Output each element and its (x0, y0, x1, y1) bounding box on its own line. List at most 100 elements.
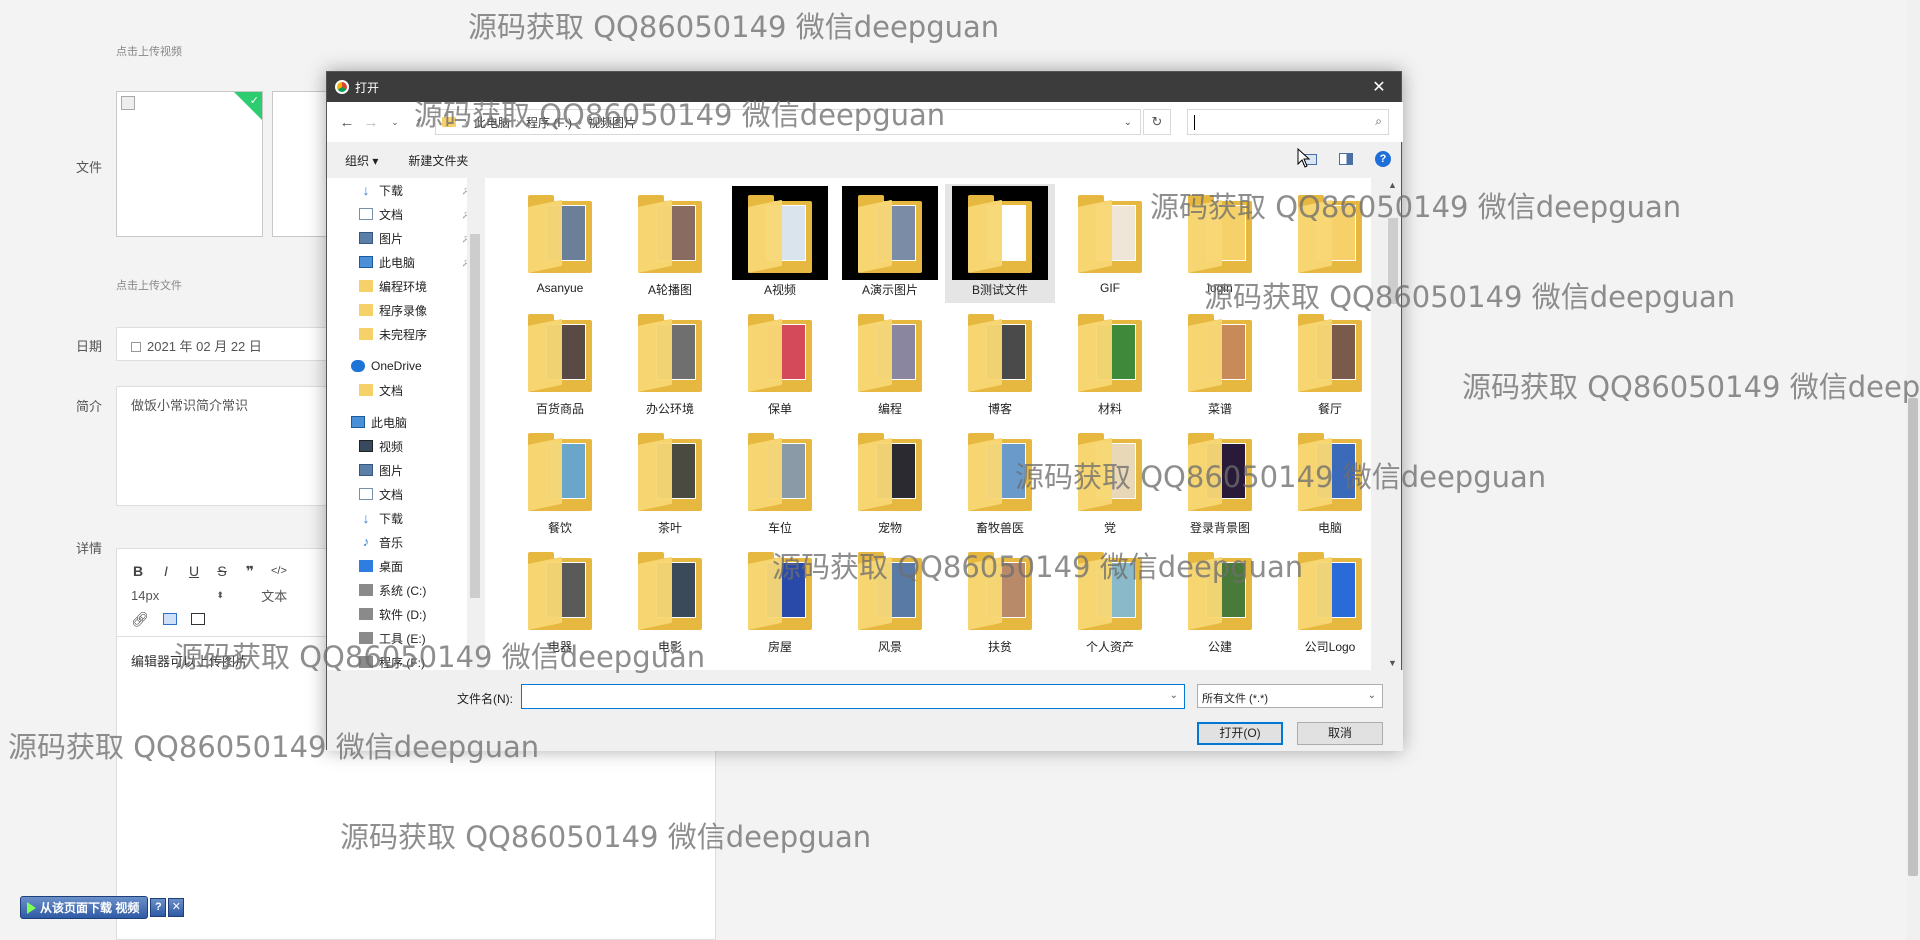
chevron-down-icon[interactable]: ⌄ (1170, 690, 1178, 701)
image-icon[interactable] (162, 613, 177, 625)
intro-textarea[interactable]: 做饭小常识简介常识 (116, 386, 336, 506)
nav-item[interactable]: OneDrive (327, 354, 483, 378)
up-arrow-icon[interactable]: ↑ (407, 114, 431, 131)
folder-item[interactable]: 公建 (1165, 541, 1275, 660)
uploaded-file-thumbnail[interactable]: ✓ (116, 91, 263, 237)
navigation-scrollbar[interactable] (467, 178, 483, 670)
breadcrumb-separator-icon[interactable]: › (516, 115, 520, 129)
italic-icon[interactable]: I (159, 563, 173, 579)
nav-item[interactable]: 桌面 (327, 554, 483, 578)
folder-item[interactable]: 保单 (725, 303, 835, 422)
folder-item[interactable]: GIF (1055, 184, 1165, 303)
nav-item[interactable]: 此电脑📌︎ (327, 250, 483, 274)
nav-item[interactable]: 图片 (327, 458, 483, 482)
folder-item[interactable]: 个人资产 (1055, 541, 1165, 660)
folder-item[interactable]: 党 (1055, 422, 1165, 541)
nav-item[interactable]: 程序录像 (327, 298, 483, 322)
folder-item[interactable]: 百货商品 (505, 303, 615, 422)
nav-item[interactable]: 编程环境 (327, 274, 483, 298)
folder-item[interactable]: A演示图片 (835, 184, 945, 303)
folder-item[interactable] (1275, 184, 1371, 303)
forward-arrow-icon[interactable]: → (359, 114, 383, 131)
font-size-select[interactable]: 14px (131, 588, 159, 603)
scroll-down-icon[interactable]: ▼ (1388, 658, 1397, 668)
folder-item[interactable]: Asanyue (505, 184, 615, 303)
preview-pane-icon[interactable] (1339, 153, 1353, 165)
folder-item[interactable]: 房屋 (725, 541, 835, 660)
open-button[interactable]: 打开(O) (1197, 722, 1283, 745)
folder-item[interactable]: A视频 (725, 184, 835, 303)
nav-item[interactable]: 文档 (327, 482, 483, 506)
nav-item[interactable]: 软件 (D:) (327, 602, 483, 626)
video-icon[interactable] (190, 613, 205, 625)
breadcrumb-folder[interactable]: 视频图片 (588, 114, 636, 131)
nav-item[interactable]: ↓ 下载 (327, 506, 483, 530)
folder-item[interactable]: 电器 (505, 541, 615, 660)
folder-item[interactable]: 宠物 (835, 422, 945, 541)
folder-item[interactable]: 茶叶 (615, 422, 725, 541)
nav-item[interactable]: 系统 (C:) (327, 578, 483, 602)
scroll-up-icon[interactable]: ▲ (1388, 180, 1397, 190)
folder-item[interactable]: 畜牧兽医 (945, 422, 1055, 541)
folder-item[interactable]: 登录背景图 (1165, 422, 1275, 541)
dialog-titlebar[interactable]: 打开 ✕ (327, 72, 1401, 102)
folder-item[interactable]: 电影 (615, 541, 725, 660)
navigation-scrollbar-thumb[interactable] (470, 234, 480, 598)
nav-item[interactable]: 文档 (327, 378, 483, 402)
back-arrow-icon[interactable]: ← (335, 114, 359, 131)
nav-item[interactable]: 此电脑 (327, 410, 483, 434)
folder-item[interactable]: 扶贫 (945, 541, 1055, 660)
file-type-select[interactable]: 所有文件 (*.*) ⌄ (1197, 684, 1383, 708)
breadcrumb-drive[interactable]: 程序 (F:) (526, 114, 572, 131)
nav-item[interactable]: 视频 (327, 434, 483, 458)
folder-item[interactable]: 编程 (835, 303, 945, 422)
search-input[interactable]: ⌕ (1187, 109, 1389, 135)
new-folder-button[interactable]: 新建文件夹 (408, 152, 468, 169)
download-help-button[interactable]: ? (150, 898, 167, 917)
file-list-scrollbar-thumb[interactable] (1388, 218, 1398, 304)
quote-icon[interactable]: ❞ (243, 563, 257, 580)
strikethrough-icon[interactable]: S (215, 563, 229, 579)
cancel-button[interactable]: 取消 (1297, 722, 1383, 745)
nav-item[interactable]: 文档📌︎ (327, 202, 483, 226)
underline-icon[interactable]: U (187, 563, 201, 579)
folder-item[interactable]: 餐饮 (505, 422, 615, 541)
filename-input[interactable]: ⌄ (521, 684, 1185, 709)
breadcrumb-this-pc[interactable]: 此电脑 (474, 114, 510, 131)
file-list-scrollbar[interactable]: ▲ ▼ (1385, 178, 1401, 670)
folder-item[interactable]: login (1165, 184, 1275, 303)
link-icon[interactable]: 🔗︎ (131, 611, 149, 628)
folder-item[interactable]: 办公环境 (615, 303, 725, 422)
folder-item[interactable]: 风景 (835, 541, 945, 660)
block-type-select[interactable]: 文本 (261, 586, 287, 605)
nav-item[interactable]: ↓下载📌︎ (327, 178, 483, 202)
folder-item[interactable]: 材料 (1055, 303, 1165, 422)
date-field[interactable]: 2021 年 02 月 22 日 (116, 327, 336, 361)
breadcrumb-separator-icon[interactable]: › (464, 115, 468, 129)
recent-locations-icon[interactable]: ⌄ (383, 117, 407, 128)
folder-item[interactable]: A轮播图 (615, 184, 725, 303)
nav-item[interactable]: 程序 (F:) (327, 650, 483, 670)
folder-item[interactable]: 车位 (725, 422, 835, 541)
font-size-stepper-icon[interactable]: ⬍ (213, 590, 227, 601)
download-close-button[interactable]: ✕ (168, 898, 185, 917)
folder-item[interactable]: 菜谱 (1165, 303, 1275, 422)
nav-item[interactable]: 工具 (E:) (327, 626, 483, 650)
breadcrumb-separator-icon[interactable]: › (578, 115, 582, 129)
nav-item[interactable]: 未完程序 (327, 322, 483, 346)
bold-icon[interactable]: B (131, 563, 145, 579)
page-scrollbar[interactable] (1906, 0, 1920, 940)
folder-item[interactable]: 餐厅 (1275, 303, 1371, 422)
folder-item[interactable]: 公司Logo (1275, 541, 1371, 660)
upload-file-slot[interactable] (272, 91, 332, 237)
code-icon[interactable]: </> (271, 565, 287, 577)
folder-item[interactable]: B测试文件 (945, 184, 1055, 303)
folder-item[interactable]: 电脑 (1275, 422, 1371, 541)
close-icon[interactable]: ✕ (1365, 77, 1393, 97)
organize-button[interactable]: 组织 ▾ (345, 152, 378, 169)
chevron-down-icon[interactable]: ⌄ (1124, 117, 1132, 128)
help-icon[interactable]: ? (1375, 151, 1391, 167)
nav-item[interactable]: ♪ 音乐 (327, 530, 483, 554)
address-bar[interactable]: › 此电脑 › 程序 (F:) › 视频图片 ⌄ (435, 109, 1141, 135)
nav-item[interactable]: 图片📌︎ (327, 226, 483, 250)
